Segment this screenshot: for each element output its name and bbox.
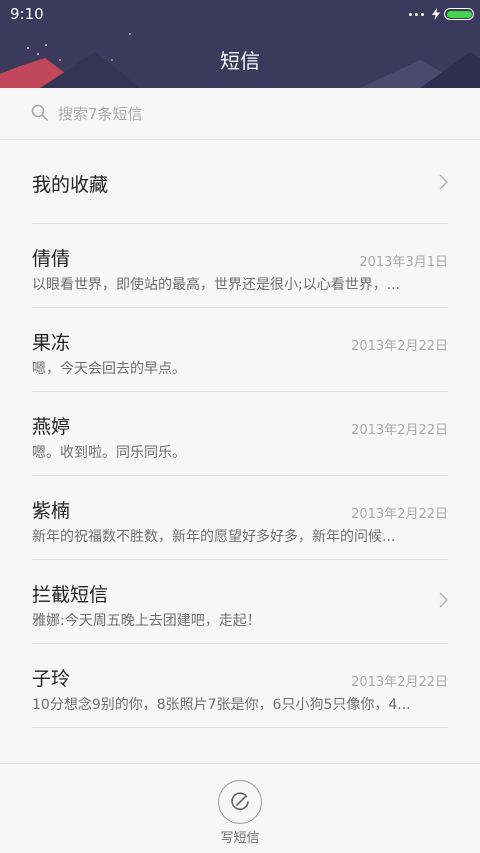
message-snippet: 嗯。收到啦。同乐同乐。 (32, 445, 186, 461)
blocked-messages-row[interactable]: 拦截短信 雅娜:今天周五晚上去团建吧，走起！ (32, 560, 448, 644)
message-date: 2013年3月1日 (359, 255, 448, 270)
message-snippet: 10分想念9别的你，8张照片7张是你，6只小狗5只像你，4... (32, 697, 411, 713)
conversation-list: 我的收藏 倩倩 2013年3月1日 以眼看世界，即使站的最高，世界还是很小;以心… (0, 140, 480, 728)
chevron-right-icon (439, 592, 448, 608)
message-snippet: 以眼看世界，即使站的最高，世界还是很小;以心看世界，... (32, 277, 401, 293)
message-date: 2013年2月22日 (351, 507, 448, 522)
message-date: 2013年2月22日 (351, 675, 448, 690)
message-date: 2013年2月22日 (351, 423, 448, 438)
signal-dots-icon (409, 12, 424, 16)
status-icons (409, 7, 474, 21)
conversation-item[interactable]: 燕婷 2013年2月22日 嗯。收到啦。同乐同乐。 (32, 392, 448, 476)
contact-name: 紫楠 (32, 500, 71, 522)
search-input[interactable]: 搜索7条短信 (58, 103, 143, 124)
contact-name: 倩倩 (32, 248, 71, 270)
contact-name: 燕婷 (32, 416, 71, 438)
contact-name: 子玲 (32, 668, 71, 690)
favorites-label: 我的收藏 (32, 174, 109, 196)
conversation-item[interactable]: 紫楠 2013年2月22日 新年的祝福数不胜数，新年的愿望好多好多，新年的问候.… (32, 476, 448, 560)
battery-icon (444, 8, 474, 20)
conversation-item[interactable]: 倩倩 2013年3月1日 以眼看世界，即使站的最高，世界还是很小;以心看世界，.… (32, 224, 448, 308)
contact-name: 拦截短信 (32, 584, 109, 606)
charging-bolt-icon (432, 8, 440, 20)
messaging-app: 9:10 短信 搜索7条短信 我的收藏 倩倩 2013年3月1日 以眼看世界，即… (0, 0, 480, 853)
bottom-bar: 写短信 (0, 763, 480, 853)
search-icon (31, 104, 48, 121)
search-bar[interactable]: 搜索7条短信 (0, 88, 480, 140)
conversation-item[interactable]: 子玲 2013年2月22日 10分想念9别的你，8张照片7张是你，6只小狗5只像… (32, 644, 448, 728)
favorites-row[interactable]: 我的收藏 (32, 140, 448, 224)
message-snippet: 嗯，今天会回去的早点。 (32, 361, 186, 377)
compose-label: 写短信 (220, 831, 260, 846)
status-time: 9:10 (10, 5, 44, 23)
compose-icon (231, 792, 249, 811)
header: 9:10 短信 (0, 0, 480, 88)
message-snippet: 新年的祝福数不胜数，新年的愿望好多好多，新年的问候... (32, 529, 396, 545)
conversation-item[interactable]: 果冻 2013年2月22日 嗯，今天会回去的早点。 (32, 308, 448, 392)
message-snippet: 雅娜:今天周五晚上去团建吧，走起！ (32, 613, 261, 629)
page-title: 短信 (220, 49, 260, 73)
contact-name: 果冻 (32, 332, 71, 354)
status-bar: 9:10 (0, 0, 480, 28)
message-date: 2013年2月22日 (351, 339, 448, 354)
compose-button[interactable] (218, 780, 262, 824)
chevron-right-icon (439, 174, 448, 190)
